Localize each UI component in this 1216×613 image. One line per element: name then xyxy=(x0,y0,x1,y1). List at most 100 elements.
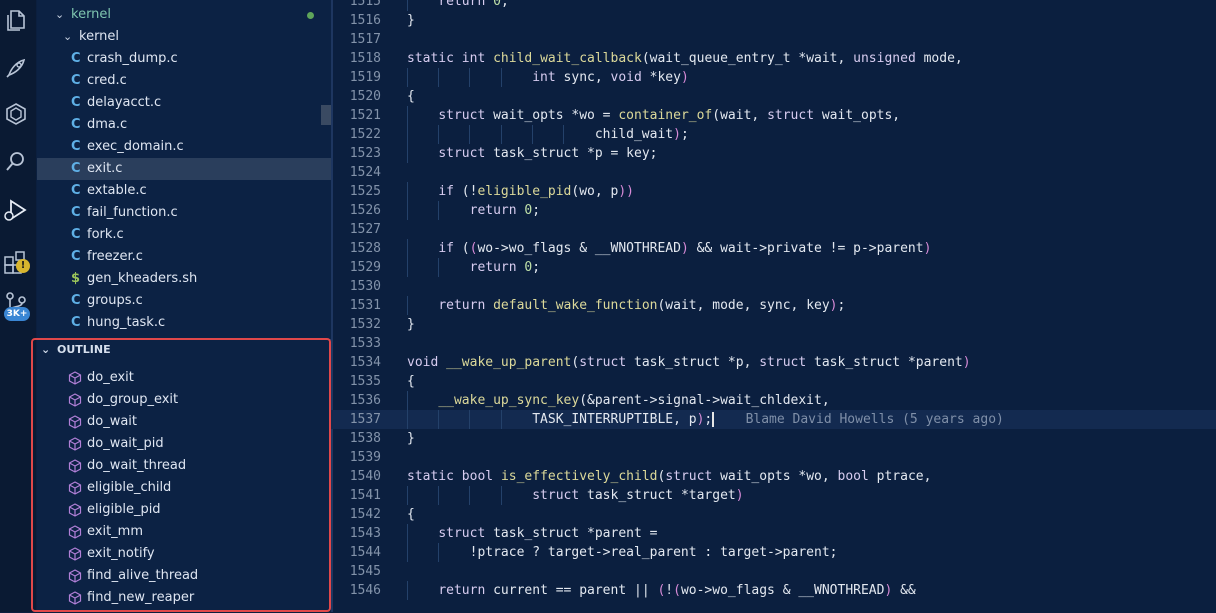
outline-item-label: do_wait_pid xyxy=(87,436,164,451)
line-number: 1538 xyxy=(349,431,381,446)
run-debug-icon[interactable] xyxy=(2,196,30,224)
outline-item-label: eligible_child xyxy=(87,480,172,495)
code-line: 1522 child_wait); xyxy=(331,125,1216,144)
file-row[interactable]: Cfail_function.c xyxy=(37,202,331,224)
file-row[interactable]: Cexit.c xyxy=(37,158,331,180)
symbol-method-icon xyxy=(68,437,82,451)
outline-item[interactable]: do_wait_pid xyxy=(37,433,331,455)
c-file-icon: C xyxy=(71,249,81,264)
outline-item[interactable]: eligible_child xyxy=(37,477,331,499)
code-line: 1535 { xyxy=(331,372,1216,391)
file-label: dma.c xyxy=(87,117,128,132)
outline-item[interactable]: do_wait_thread xyxy=(37,455,331,477)
line-number: 1529 xyxy=(349,260,381,275)
code-line: 1533 xyxy=(331,334,1216,353)
line-number: 1522 xyxy=(349,127,381,142)
line-number: 1515 xyxy=(349,0,381,9)
outline-item[interactable]: find_alive_thread xyxy=(37,565,331,587)
code-line: 1516} xyxy=(331,11,1216,30)
outline-item-label: exit_mm xyxy=(87,524,143,539)
scrollbar-thumb[interactable] xyxy=(321,105,331,125)
rocket-icon[interactable] xyxy=(2,54,30,82)
code-text: { xyxy=(407,89,415,104)
chevron-down-icon: ⌄ xyxy=(63,30,73,43)
file-row[interactable]: Cgroups.c xyxy=(37,290,331,312)
outline-item-label: find_new_reaper xyxy=(87,590,195,605)
file-row[interactable]: Ccrash_dump.c xyxy=(37,48,331,70)
outline-item[interactable]: do_exit xyxy=(37,367,331,389)
sidebar: ⌄ kernel ⌄ kernel Ccrash_dump.c Ccred.c Cd… xyxy=(37,0,331,612)
line-number: 1541 xyxy=(349,488,381,503)
code-editor[interactable]: 1515 return 0; 1516} 1517 1518 static int ch… xyxy=(331,0,1216,612)
line-number: 1530 xyxy=(349,279,381,294)
symbol-method-icon xyxy=(68,591,82,605)
code-line: 1524 xyxy=(331,163,1216,182)
file-label: hung_task.c xyxy=(87,315,166,330)
chevron-down-icon: ⌄ xyxy=(41,343,51,356)
line-number: 1528 xyxy=(349,241,381,256)
code-text: struct wait_opts *wo = container_of(wait… xyxy=(438,108,901,123)
symbol-method-icon xyxy=(68,481,82,495)
code-text: static int child_wait_callback(wait_queu… xyxy=(407,51,963,66)
folder-label: kernel xyxy=(79,29,120,44)
code-text: return 0; xyxy=(438,0,509,9)
explorer-icon[interactable] xyxy=(2,6,30,34)
folder-row-kernel-sub[interactable]: ⌄ kernel xyxy=(37,26,331,48)
symbol-method-icon xyxy=(68,547,82,561)
code-text: TASK_INTERRUPTIBLE, p); Blame David Howe… xyxy=(407,412,1004,427)
code-line: 1518 static int child_wait_callback(wait_… xyxy=(331,49,1216,68)
code-line: 1526 return 0; xyxy=(331,201,1216,220)
line-number: 1531 xyxy=(349,298,381,313)
line-number: 1536 xyxy=(349,393,381,408)
file-row[interactable]: Cdma.c xyxy=(37,114,331,136)
file-row[interactable]: Cfreezer.c xyxy=(37,246,331,268)
c-file-icon: C xyxy=(71,183,81,198)
file-label: crash_dump.c xyxy=(87,51,178,66)
outline-item[interactable]: do_wait xyxy=(37,411,331,433)
code-text: { xyxy=(407,374,415,389)
symbol-method-icon xyxy=(68,569,82,583)
code-text: child_wait); xyxy=(407,127,689,142)
line-number: 1532 xyxy=(349,317,381,332)
extensions-hex-icon[interactable] xyxy=(2,100,30,128)
outline-item[interactable]: exit_notify xyxy=(37,543,331,565)
search-icon[interactable] xyxy=(2,148,30,176)
line-number: 1544 xyxy=(349,545,381,560)
outline-item[interactable]: find_new_reaper xyxy=(37,587,331,609)
line-number: 1521 xyxy=(349,108,381,123)
code-text: return 0; xyxy=(469,260,541,275)
symbol-method-icon xyxy=(68,459,82,473)
code-line: 1534 void __wake_up_parent(struct task_st… xyxy=(331,353,1216,372)
line-number: 1525 xyxy=(349,184,381,199)
folder-row-kernel[interactable]: ⌄ kernel xyxy=(37,4,331,26)
file-row[interactable]: Ccred.c xyxy=(37,70,331,92)
code-text: } xyxy=(407,317,415,332)
file-label: freezer.c xyxy=(87,249,143,264)
file-row[interactable]: Cdelayacct.c xyxy=(37,92,331,114)
file-row[interactable]: Cexec_domain.c xyxy=(37,136,331,158)
code-line: 1529 return 0; xyxy=(331,258,1216,277)
c-file-icon: C xyxy=(71,161,81,176)
git-blame-annotation: Blame David Howells (5 years ago) xyxy=(745,412,1004,427)
file-label: groups.c xyxy=(87,293,143,308)
code-text: return current == parent || (!(wo->wo_fl… xyxy=(438,583,916,598)
line-number: 1523 xyxy=(349,146,381,161)
outline-item[interactable]: do_group_exit xyxy=(37,389,331,411)
code-text: int sync, void *key) xyxy=(532,70,689,85)
line-number: 1517 xyxy=(349,32,381,47)
outline-item[interactable]: exit_mm xyxy=(37,521,331,543)
code-text: } xyxy=(407,431,415,446)
line-number: 1534 xyxy=(349,355,381,370)
outline-item-label: find_alive_thread xyxy=(87,568,199,583)
file-row[interactable]: Chung_task.c xyxy=(37,312,331,334)
file-row[interactable]: Cfork.c xyxy=(37,224,331,246)
file-row[interactable]: Cextable.c xyxy=(37,180,331,202)
code-text: struct task_struct *p = key; xyxy=(438,146,658,161)
outline-item[interactable]: eligible_pid xyxy=(37,499,331,521)
code-text: if ((wo->wo_flags & __WNOTHREAD) && wait… xyxy=(438,241,932,256)
modified-dot-icon xyxy=(307,12,314,19)
code-text: return 0; xyxy=(469,203,541,218)
file-row[interactable]: $ gen_kheaders.sh xyxy=(37,268,331,290)
code-line: 1523 struct task_struct *p = key; xyxy=(331,144,1216,163)
outline-header[interactable]: ⌄ OUTLINE xyxy=(37,340,331,360)
